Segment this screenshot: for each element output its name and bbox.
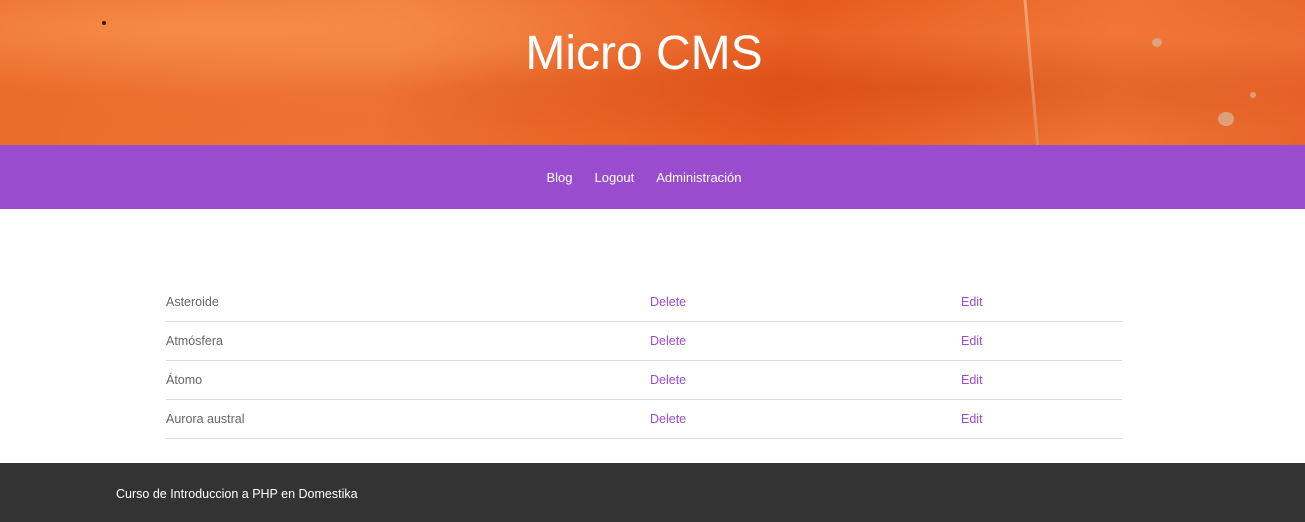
edit-link[interactable]: Edit — [961, 295, 983, 309]
nav-links: Blog Logout Administración — [0, 145, 1288, 209]
post-title: Asteroide — [166, 295, 219, 309]
delete-link[interactable]: Delete — [650, 295, 961, 309]
delete-link[interactable]: Delete — [650, 373, 961, 387]
post-title: Aurora austral — [166, 412, 245, 426]
footer-text: Curso de Introduccion a PHP en Domestika — [116, 487, 358, 501]
edit-link[interactable]: Edit — [961, 373, 983, 387]
nav-link-blog[interactable]: Blog — [546, 170, 572, 185]
footer: Curso de Introduccion a PHP en Domestika — [0, 463, 1305, 522]
header-banner: Micro CMS — [0, 0, 1305, 145]
banner-texture-speck — [1218, 112, 1234, 126]
delete-link[interactable]: Delete — [650, 334, 961, 348]
edit-link[interactable]: Edit — [961, 334, 983, 348]
posts-table: Asteroide Delete Edit Atmósfera Delete E… — [166, 283, 1122, 439]
site-title: Micro CMS — [525, 27, 763, 80]
post-title: Atmósfera — [166, 334, 223, 348]
nav-link-administracion[interactable]: Administración — [656, 170, 741, 185]
table-row: Asteroide Delete Edit — [166, 283, 1122, 322]
post-title: Átomo — [166, 373, 203, 387]
main-navbar: Blog Logout Administración — [0, 145, 1305, 209]
delete-link[interactable]: Delete — [650, 412, 961, 426]
banner-texture-dot — [102, 21, 106, 25]
banner-texture-speck — [1250, 92, 1256, 98]
nav-link-logout[interactable]: Logout — [595, 170, 635, 185]
table-row: Atmósfera Delete Edit — [166, 322, 1122, 361]
table-row: Átomo Delete Edit — [166, 361, 1122, 400]
edit-link[interactable]: Edit — [961, 412, 983, 426]
table-row: Aurora austral Delete Edit — [166, 400, 1122, 439]
